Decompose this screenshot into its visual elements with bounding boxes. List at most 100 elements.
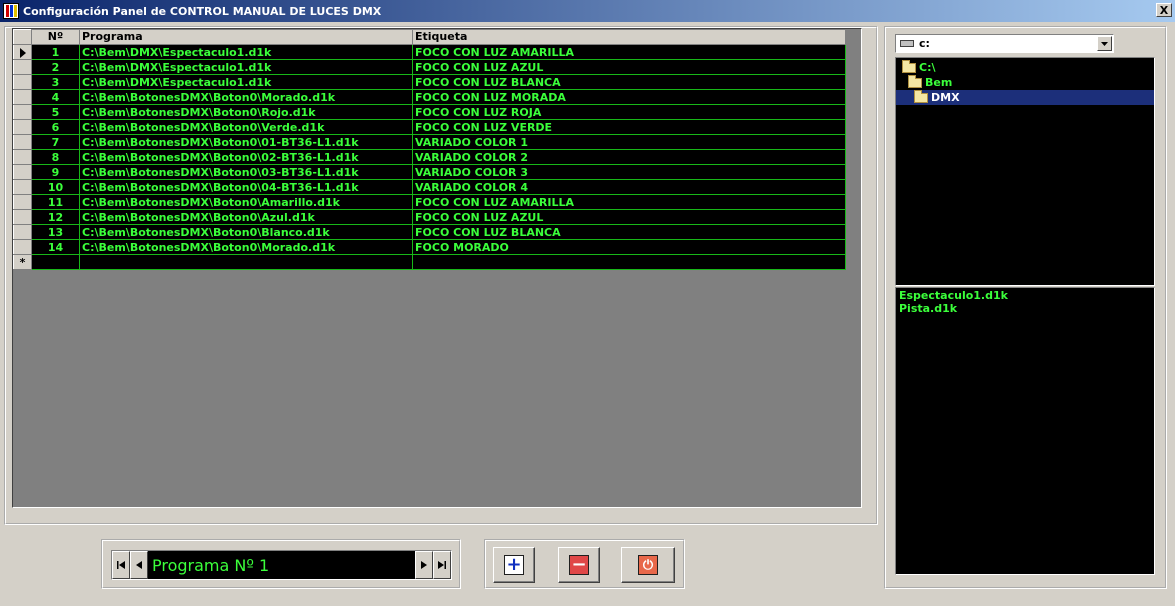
directory-item[interactable]: C:\ [896, 59, 1154, 75]
prev-record-icon[interactable] [130, 551, 148, 579]
etiqueta-cell[interactable]: FOCO CON LUZ BLANCA [412, 224, 846, 240]
etiqueta-cell[interactable]: VARIADO COLOR 1 [412, 134, 846, 150]
row-indicator-cell[interactable] [13, 104, 32, 120]
row-indicator-cell[interactable] [13, 134, 32, 150]
etiqueta-cell[interactable]: FOCO CON LUZ VERDE [412, 119, 846, 135]
num-cell[interactable]: 10 [31, 179, 80, 195]
num-cell[interactable]: 13 [31, 224, 80, 240]
table-row[interactable]: 1 C:\Bem\DMX\Espectaculo1.d1k FOCO CON LUZ… [13, 44, 846, 60]
column-header-programa[interactable]: Programa [79, 29, 413, 45]
num-cell[interactable]: 3 [31, 74, 80, 90]
table-row[interactable]: 4 C:\Bem\BotonesDMX\Boton0\Morado.d1k FOCO… [13, 89, 846, 105]
file-item[interactable]: Espectaculo1.d1k [899, 289, 1151, 302]
table-row[interactable]: 2 C:\Bem\DMX\Espectaculo1.d1k FOCO CON LUZ… [13, 59, 846, 75]
table-row[interactable]: 9 C:\Bem\BotonesDMX\Boton0\03-BT36-L1.d1k… [13, 164, 846, 180]
programa-cell[interactable]: C:\Bem\BotonesDMX\Boton0\02-BT36-L1.d1k [79, 149, 413, 165]
num-cell[interactable]: 9 [31, 164, 80, 180]
programa-cell[interactable]: C:\Bem\BotonesDMX\Boton0\Rojo.d1k [79, 104, 413, 120]
close-button[interactable]: X [1156, 3, 1172, 17]
row-indicator-cell[interactable] [13, 89, 32, 105]
table-row[interactable]: 5 C:\Bem\BotonesDMX\Boton0\Rojo.d1k FOCO C… [13, 104, 846, 120]
num-cell[interactable]: 14 [31, 239, 80, 255]
row-indicator-cell[interactable] [13, 119, 32, 135]
table-row[interactable]: 8 C:\Bem\BotonesDMX\Boton0\02-BT36-L1.d1k… [13, 149, 846, 165]
programa-cell[interactable]: C:\Bem\BotonesDMX\Boton0\Morado.d1k [79, 239, 413, 255]
etiqueta-cell[interactable]: VARIADO COLOR 4 [412, 179, 846, 195]
row-indicator-cell[interactable] [13, 179, 32, 195]
programa-cell[interactable]: C:\Bem\BotonesDMX\Boton0\04-BT36-L1.d1k [79, 179, 413, 195]
row-indicator-cell[interactable] [13, 164, 32, 180]
num-cell[interactable]: 7 [31, 134, 80, 150]
row-indicator-cell[interactable] [13, 149, 32, 165]
next-record-icon[interactable] [415, 551, 433, 579]
etiqueta-cell[interactable]: FOCO CON LUZ MORADA [412, 89, 846, 105]
row-indicator-cell[interactable] [13, 209, 32, 225]
new-row[interactable]: * [13, 254, 846, 270]
table-row[interactable]: 3 C:\Bem\DMX\Espectaculo1.d1k FOCO CON LUZ… [13, 74, 846, 90]
last-record-icon[interactable] [433, 551, 451, 579]
programs-grid[interactable]: Nº Programa Etiqueta 1 C:\Bem\DMX\Especta… [12, 28, 862, 508]
num-cell[interactable]: 8 [31, 149, 80, 165]
num-cell[interactable]: 1 [31, 44, 80, 60]
chevron-down-icon[interactable] [1097, 36, 1112, 51]
num-cell[interactable]: 4 [31, 89, 80, 105]
table-row[interactable]: 6 C:\Bem\BotonesDMX\Boton0\Verde.d1k FOCO … [13, 119, 846, 135]
row-indicator-cell[interactable] [13, 194, 32, 210]
programa-cell[interactable]: C:\Bem\BotonesDMX\Boton0\Verde.d1k [79, 119, 413, 135]
new-row-cell[interactable] [79, 254, 413, 270]
row-indicator-cell[interactable] [13, 224, 32, 240]
row-indicator-cell[interactable] [13, 59, 32, 75]
first-record-icon[interactable] [112, 551, 130, 579]
etiqueta-cell[interactable]: FOCO CON LUZ BLANCA [412, 74, 846, 90]
exit-button[interactable]: ⏻ [621, 547, 675, 583]
file-list[interactable]: Espectaculo1.d1k Pista.d1k [895, 287, 1155, 575]
new-row-cell[interactable] [31, 254, 80, 270]
etiqueta-cell[interactable]: FOCO CON LUZ ROJA [412, 104, 846, 120]
directory-list[interactable]: C:\ Bem DMX [895, 57, 1155, 286]
minus-icon: − [569, 555, 589, 575]
row-indicator-cell[interactable] [13, 74, 32, 90]
file-item[interactable]: Pista.d1k [899, 302, 1151, 315]
programa-cell[interactable]: C:\Bem\BotonesDMX\Boton0\Morado.d1k [79, 89, 413, 105]
etiqueta-cell[interactable]: VARIADO COLOR 2 [412, 149, 846, 165]
programs-table: Nº Programa Etiqueta 1 C:\Bem\DMX\Especta… [13, 29, 846, 270]
row-indicator-cell[interactable] [13, 239, 32, 255]
directory-item[interactable]: Bem [896, 74, 1154, 90]
table-row[interactable]: 10 C:\Bem\BotonesDMX\Boton0\04-BT36-L1.d1… [13, 179, 846, 195]
remove-button[interactable]: − [558, 547, 600, 583]
programa-cell[interactable]: C:\Bem\DMX\Espectaculo1.d1k [79, 44, 413, 60]
num-cell[interactable]: 11 [31, 194, 80, 210]
column-header-num[interactable]: Nº [31, 29, 80, 45]
etiqueta-cell[interactable]: FOCO CON LUZ AMARILLA [412, 44, 846, 60]
programa-cell[interactable]: C:\Bem\BotonesDMX\Boton0\Blanco.d1k [79, 224, 413, 240]
num-cell[interactable]: 12 [31, 209, 80, 225]
table-row[interactable]: 14 C:\Bem\BotonesDMX\Boton0\Morado.d1k FOC… [13, 239, 846, 255]
title-bar[interactable]: Configuración Panel de CONTROL MANUAL DE… [0, 0, 1175, 22]
programa-cell[interactable]: C:\Bem\BotonesDMX\Boton0\01-BT36-L1.d1k [79, 134, 413, 150]
table-row[interactable]: 7 C:\Bem\BotonesDMX\Boton0\01-BT36-L1.d1k… [13, 134, 846, 150]
etiqueta-cell[interactable]: FOCO MORADO [412, 239, 846, 255]
num-cell[interactable]: 5 [31, 104, 80, 120]
column-header-etiqueta[interactable]: Etiqueta [412, 29, 846, 45]
row-indicator-cell[interactable] [13, 44, 32, 60]
directory-item[interactable]: DMX [896, 89, 1154, 105]
num-cell[interactable]: 6 [31, 119, 80, 135]
table-row[interactable]: 11 C:\Bem\BotonesDMX\Boton0\Amarillo.d1k F… [13, 194, 846, 210]
programa-cell[interactable]: C:\Bem\DMX\Espectaculo1.d1k [79, 74, 413, 90]
programa-cell[interactable]: C:\Bem\BotonesDMX\Boton0\03-BT36-L1.d1k [79, 164, 413, 180]
num-cell[interactable]: 2 [31, 59, 80, 75]
new-row-cell[interactable] [412, 254, 846, 270]
new-row-marker[interactable]: * [13, 254, 32, 270]
programa-cell[interactable]: C:\Bem\BotonesDMX\Boton0\Azul.d1k [79, 209, 413, 225]
power-icon: ⏻ [638, 555, 658, 575]
programa-cell[interactable]: C:\Bem\DMX\Espectaculo1.d1k [79, 59, 413, 75]
etiqueta-cell[interactable]: FOCO CON LUZ AMARILLA [412, 194, 846, 210]
etiqueta-cell[interactable]: FOCO CON LUZ AZUL [412, 209, 846, 225]
table-row[interactable]: 12 C:\Bem\BotonesDMX\Boton0\Azul.d1k FOCO … [13, 209, 846, 225]
etiqueta-cell[interactable]: VARIADO COLOR 3 [412, 164, 846, 180]
add-button[interactable]: + [493, 547, 535, 583]
programa-cell[interactable]: C:\Bem\BotonesDMX\Boton0\Amarillo.d1k [79, 194, 413, 210]
table-row[interactable]: 13 C:\Bem\BotonesDMX\Boton0\Blanco.d1k FOC… [13, 224, 846, 240]
etiqueta-cell[interactable]: FOCO CON LUZ AZUL [412, 59, 846, 75]
drive-select[interactable]: c: [895, 34, 1114, 53]
